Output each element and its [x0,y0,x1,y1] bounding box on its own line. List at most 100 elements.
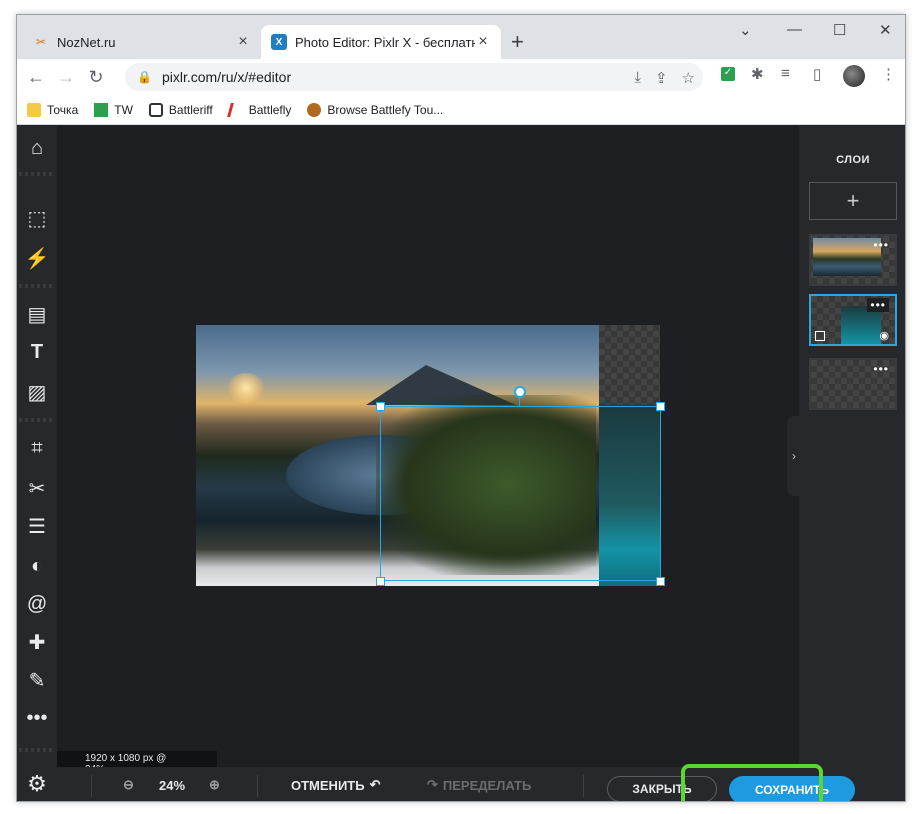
crop-icon[interactable]: ⌗ [23,434,51,462]
rotate-handle[interactable] [514,386,526,398]
bookmark-label: Battleriff [168,102,213,117]
menu-icon[interactable]: ⋮ [881,65,896,83]
extension-check-icon[interactable]: ✓ [721,67,735,81]
transparent-area [599,325,660,405]
url-text: pixlr.com/ru/x/#editor [161,69,292,85]
divider [583,775,584,797]
divider [19,748,55,752]
pixlr-icon: X [271,34,287,50]
add-layer-button[interactable]: + [809,182,897,220]
layer-thumbnail-photo[interactable]: ••• [809,234,897,286]
minimize-button[interactable]: — [787,21,802,38]
close-window-button[interactable]: ✕ [879,21,892,39]
bookmark-tochka[interactable]: Точка [27,102,79,117]
layer-photo-preview [813,238,881,276]
auto-fix-icon[interactable]: ⚡ [23,244,51,272]
cutout-icon[interactable]: ✂ [23,474,51,502]
divider [257,775,258,797]
undo-icon: ↶ [369,777,381,792]
layers-panel: СЛОИ + ••• ••• ◉ ••• [799,126,905,801]
divider [19,284,55,288]
bookmark-label: Точка [47,102,79,117]
close-tab-icon[interactable]: × [475,33,491,51]
zoom-out-icon[interactable]: ⊖ [123,767,134,801]
redo-label: ПЕРЕДЕЛАТЬ [442,777,532,793]
layer-menu-icon[interactable]: ••• [867,298,889,312]
settings-icon[interactable]: ⚙ [23,770,51,798]
share-icon[interactable]: ⇪ [655,69,668,87]
resize-handle-tl[interactable] [376,402,385,411]
close-tab-icon[interactable]: × [235,33,251,51]
liquify-icon[interactable]: @ [23,590,51,618]
sidepanel-icon[interactable]: ▯ [813,65,821,83]
bookmarks-bar: Точка TW Battleriff Battlefly Browse Bat… [17,95,905,125]
photo-sun [226,373,266,403]
visibility-eye-icon[interactable]: ◉ [879,329,889,342]
pixlr-editor: ⌂ ⬚ ⚡ ▤ T ▨ ⌗ ✂ ☰ ◐ @ ✚ ✎ ••• ⚙ 1920 x 1… [17,126,905,801]
layer-thumbnail-overlay[interactable]: ••• ◉ [809,294,897,346]
bookmark-label: TW [114,102,133,117]
tab-title: Photo Editor: Pixlr X - бесплатный [295,34,475,50]
bookmark-battlefly[interactable]: Battlefly [226,102,292,117]
tool-sidebar: ⌂ ⬚ ⚡ ▤ T ▨ ⌗ ✂ ☰ ◐ @ ✚ ✎ ••• ⚙ [17,126,57,801]
battlefy-icon [307,102,322,117]
layer-menu-icon[interactable]: ••• [873,238,889,252]
bookmark-label: Battlefly [248,102,292,117]
filter-icon[interactable]: ◐ [23,552,51,580]
bookmark-battlefy[interactable]: Browse Battlefy Tou... [307,102,444,117]
divider [91,775,92,797]
adjust-icon[interactable]: ☰ [23,512,51,540]
image-layer-icon [815,331,825,341]
new-tab-button[interactable]: + [511,29,524,55]
resize-handle-br[interactable] [656,577,665,586]
maximize-button[interactable]: ☐ [833,21,846,39]
resize-handle-tr[interactable] [656,402,665,411]
tw-icon [94,102,109,117]
tab-noznet[interactable]: ✂ NozNet.ru × [23,25,261,59]
bookmark-battleriff[interactable]: Battleriff [148,102,213,117]
back-icon[interactable]: ← [21,67,51,88]
tab-title: NozNet.ru [57,34,116,50]
star-icon[interactable]: ☆ [682,69,695,87]
browser-toolbar: ← → ↻ 🔒 pixlr.com/ru/x/#editor ⤓ ⇪ ☆ ✓ ✱… [17,59,905,95]
heal-icon[interactable]: ✚ [23,628,51,656]
bookmark-label: Browse Battlefy Tou... [327,102,444,117]
forward-icon[interactable]: → [51,67,81,88]
brush-icon[interactable]: ✎ [23,666,51,694]
zoom-value: 24% [159,777,186,793]
bookmark-tw[interactable]: TW [94,102,133,117]
arrange-tool-icon[interactable]: ⬚ [23,204,51,232]
layer-thumbnail-empty[interactable]: ••• [809,358,897,410]
reload-icon[interactable]: ↻ [81,67,111,88]
avatar[interactable] [843,65,865,87]
address-bar[interactable]: 🔒 pixlr.com/ru/x/#editor ⤓ ⇪ ☆ [125,63,703,91]
tab-search-icon[interactable]: ⌄ [739,21,752,39]
divider [19,172,55,176]
zoom-in-icon[interactable]: ⊕ [209,767,220,801]
browser-window: ✂ NozNet.ru × X Photo Editor: Pixlr X - … [16,14,906,802]
layer-menu-icon[interactable]: ••• [873,362,889,376]
undo-label: ОТМЕНИТЬ [291,777,365,793]
lock-icon: 🔒 [137,70,152,84]
image-dimensions: 1920 x 1080 px @ 24% [57,751,217,775]
undo-button[interactable]: ОТМЕНИТЬ ↶ [291,767,381,801]
pattern-icon[interactable]: ▨ [23,378,51,406]
redo-icon: ↷ [427,777,438,792]
omnibox-actions: ⤓ ⇪ ☆ [634,69,695,87]
redo-button[interactable]: ↷ ПЕРЕДЕЛАТЬ [427,767,532,801]
tab-pixlr[interactable]: X Photo Editor: Pixlr X - бесплатный × [261,25,501,59]
rotate-line [519,398,520,406]
divider [19,418,55,422]
media-icon[interactable]: ≡ [781,65,790,82]
battleriff-icon [148,102,163,117]
tools-icon: ✂ [35,35,47,49]
extensions-icon[interactable]: ✱ [751,65,764,83]
selection-box[interactable] [380,406,661,581]
layout-icon[interactable]: ▤ [23,300,51,328]
home-icon[interactable]: ⌂ [23,134,51,162]
folder-icon [27,102,41,117]
more-tools-icon[interactable]: ••• [23,704,51,732]
install-icon[interactable]: ⤓ [634,69,641,87]
text-tool-icon[interactable]: T [23,338,51,366]
resize-handle-bl[interactable] [376,577,385,586]
